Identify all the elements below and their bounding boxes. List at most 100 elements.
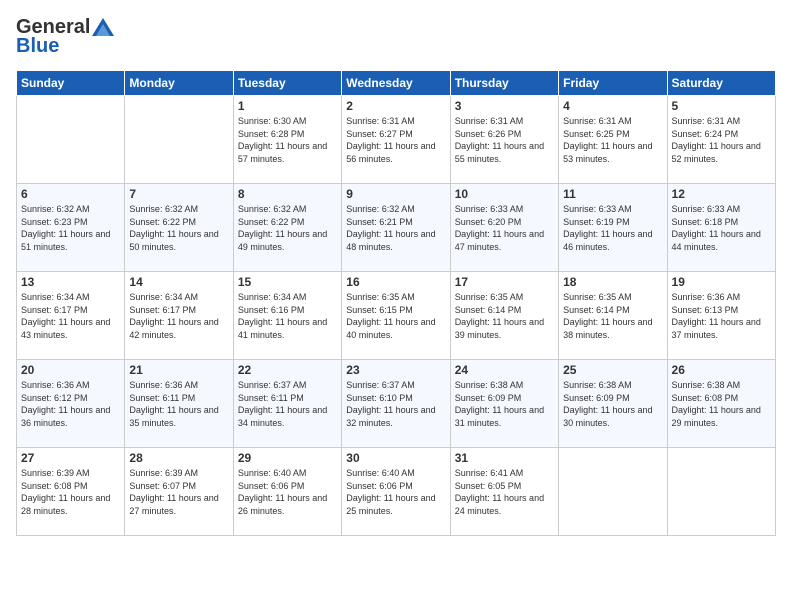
day-number: 20 xyxy=(21,363,120,377)
calendar-cell: 18Sunrise: 6:35 AMSunset: 6:14 PMDayligh… xyxy=(559,272,667,360)
calendar-cell: 5 Sunrise: 6:31 AMSunset: 6:24 PMDaylight… xyxy=(667,96,775,184)
day-info: Sunrise: 6:32 AMSunset: 6:23 PMDaylight:… xyxy=(21,203,120,253)
day-info: Sunrise: 6:35 AMSunset: 6:14 PMDaylight:… xyxy=(563,291,662,341)
header-cell-thursday: Thursday xyxy=(450,71,558,96)
day-info: Sunrise: 6:41 AMSunset: 6:05 PMDaylight:… xyxy=(455,467,554,517)
calendar-header: SundayMondayTuesdayWednesdayThursdayFrid… xyxy=(17,71,776,96)
day-info: Sunrise: 6:31 AMSunset: 6:27 PMDaylight:… xyxy=(346,115,445,165)
day-info: Sunrise: 6:39 AMSunset: 6:08 PMDaylight:… xyxy=(21,467,120,517)
day-number: 8 xyxy=(238,187,337,201)
day-number: 13 xyxy=(21,275,120,289)
calendar-cell: 13 Sunrise: 6:34 AMSunset: 6:17 PMDayligh… xyxy=(17,272,125,360)
day-number: 5 xyxy=(672,99,771,113)
day-info: Sunrise: 6:32 AMSunset: 6:22 PMDaylight:… xyxy=(238,203,337,253)
calendar-cell: 24Sunrise: 6:38 AMSunset: 6:09 PMDayligh… xyxy=(450,360,558,448)
calendar-cell: 23Sunrise: 6:37 AMSunset: 6:10 PMDayligh… xyxy=(342,360,450,448)
day-info: Sunrise: 6:33 AMSunset: 6:20 PMDaylight:… xyxy=(455,203,554,253)
day-info: Sunrise: 6:34 AMSunset: 6:17 PMDaylight:… xyxy=(21,291,120,341)
calendar-cell xyxy=(667,448,775,536)
calendar-cell: 14 Sunrise: 6:34 AMSunset: 6:17 PMDayligh… xyxy=(125,272,233,360)
day-info: Sunrise: 6:35 AMSunset: 6:15 PMDaylight:… xyxy=(346,291,445,341)
header-cell-sunday: Sunday xyxy=(17,71,125,96)
header-cell-monday: Monday xyxy=(125,71,233,96)
day-info: Sunrise: 6:39 AMSunset: 6:07 PMDaylight:… xyxy=(129,467,228,517)
calendar-cell: 6 Sunrise: 6:32 AMSunset: 6:23 PMDaylight… xyxy=(17,184,125,272)
logo-icon xyxy=(92,18,114,36)
calendar-cell xyxy=(17,96,125,184)
day-number: 11 xyxy=(563,187,662,201)
day-number: 29 xyxy=(238,451,337,465)
day-number: 19 xyxy=(672,275,771,289)
day-number: 4 xyxy=(563,99,662,113)
calendar-cell: 17Sunrise: 6:35 AMSunset: 6:14 PMDayligh… xyxy=(450,272,558,360)
day-number: 28 xyxy=(129,451,228,465)
day-number: 3 xyxy=(455,99,554,113)
day-info: Sunrise: 6:40 AMSunset: 6:06 PMDaylight:… xyxy=(346,467,445,517)
calendar-cell: 19 Sunrise: 6:36 AMSunset: 6:13 PMDayligh… xyxy=(667,272,775,360)
day-info: Sunrise: 6:34 AMSunset: 6:17 PMDaylight:… xyxy=(129,291,228,341)
calendar-cell: 25 Sunrise: 6:38 AMSunset: 6:09 PMDayligh… xyxy=(559,360,667,448)
calendar-cell: 27 Sunrise: 6:39 AMSunset: 6:08 PMDayligh… xyxy=(17,448,125,536)
header-cell-tuesday: Tuesday xyxy=(233,71,341,96)
calendar-cell: 15 Sunrise: 6:34 AMSunset: 6:16 PMDayligh… xyxy=(233,272,341,360)
header-cell-saturday: Saturday xyxy=(667,71,775,96)
day-number: 9 xyxy=(346,187,445,201)
calendar-cell: 10Sunrise: 6:33 AMSunset: 6:20 PMDayligh… xyxy=(450,184,558,272)
calendar-week-4: 27 Sunrise: 6:39 AMSunset: 6:08 PMDayligh… xyxy=(17,448,776,536)
day-number: 27 xyxy=(21,451,120,465)
header-cell-wednesday: Wednesday xyxy=(342,71,450,96)
calendar-cell: 3Sunrise: 6:31 AMSunset: 6:26 PMDaylight… xyxy=(450,96,558,184)
day-info: Sunrise: 6:33 AMSunset: 6:18 PMDaylight:… xyxy=(672,203,771,253)
day-info: Sunrise: 6:36 AMSunset: 6:13 PMDaylight:… xyxy=(672,291,771,341)
day-info: Sunrise: 6:36 AMSunset: 6:11 PMDaylight:… xyxy=(129,379,228,429)
day-number: 12 xyxy=(672,187,771,201)
calendar-cell: 12 Sunrise: 6:33 AMSunset: 6:18 PMDayligh… xyxy=(667,184,775,272)
day-number: 21 xyxy=(129,363,228,377)
day-number: 15 xyxy=(238,275,337,289)
day-info: Sunrise: 6:40 AMSunset: 6:06 PMDaylight:… xyxy=(238,467,337,517)
calendar-cell: 20 Sunrise: 6:36 AMSunset: 6:12 PMDayligh… xyxy=(17,360,125,448)
calendar-cell: 28 Sunrise: 6:39 AMSunset: 6:07 PMDayligh… xyxy=(125,448,233,536)
calendar-cell: 22 Sunrise: 6:37 AMSunset: 6:11 PMDayligh… xyxy=(233,360,341,448)
day-number: 25 xyxy=(563,363,662,377)
calendar-week-1: 6 Sunrise: 6:32 AMSunset: 6:23 PMDaylight… xyxy=(17,184,776,272)
day-info: Sunrise: 6:38 AMSunset: 6:09 PMDaylight:… xyxy=(455,379,554,429)
day-info: Sunrise: 6:38 AMSunset: 6:09 PMDaylight:… xyxy=(563,379,662,429)
calendar-cell: 30 Sunrise: 6:40 AMSunset: 6:06 PMDayligh… xyxy=(342,448,450,536)
day-number: 22 xyxy=(238,363,337,377)
calendar-cell: 7Sunrise: 6:32 AMSunset: 6:22 PMDaylight… xyxy=(125,184,233,272)
day-number: 16 xyxy=(346,275,445,289)
calendar-cell: 8 Sunrise: 6:32 AMSunset: 6:22 PMDaylight… xyxy=(233,184,341,272)
calendar-cell: 9 Sunrise: 6:32 AMSunset: 6:21 PMDaylight… xyxy=(342,184,450,272)
calendar-body: 1Sunrise: 6:30 AMSunset: 6:28 PMDaylight… xyxy=(17,96,776,536)
day-number: 6 xyxy=(21,187,120,201)
calendar-week-3: 20 Sunrise: 6:36 AMSunset: 6:12 PMDayligh… xyxy=(17,360,776,448)
calendar-cell: 31 Sunrise: 6:41 AMSunset: 6:05 PMDayligh… xyxy=(450,448,558,536)
calendar-table: SundayMondayTuesdayWednesdayThursdayFrid… xyxy=(16,70,776,536)
calendar-cell: 1Sunrise: 6:30 AMSunset: 6:28 PMDaylight… xyxy=(233,96,341,184)
day-info: Sunrise: 6:37 AMSunset: 6:11 PMDaylight:… xyxy=(238,379,337,429)
calendar-cell: 29 Sunrise: 6:40 AMSunset: 6:06 PMDayligh… xyxy=(233,448,341,536)
page-header: General Blue xyxy=(16,16,776,58)
day-info: Sunrise: 6:35 AMSunset: 6:14 PMDaylight:… xyxy=(455,291,554,341)
calendar-week-0: 1Sunrise: 6:30 AMSunset: 6:28 PMDaylight… xyxy=(17,96,776,184)
day-number: 14 xyxy=(129,275,228,289)
header-row: SundayMondayTuesdayWednesdayThursdayFrid… xyxy=(17,71,776,96)
day-info: Sunrise: 6:33 AMSunset: 6:19 PMDaylight:… xyxy=(563,203,662,253)
day-info: Sunrise: 6:31 AMSunset: 6:25 PMDaylight:… xyxy=(563,115,662,165)
day-number: 7 xyxy=(129,187,228,201)
day-info: Sunrise: 6:38 AMSunset: 6:08 PMDaylight:… xyxy=(672,379,771,429)
day-info: Sunrise: 6:31 AMSunset: 6:24 PMDaylight:… xyxy=(672,115,771,165)
day-number: 31 xyxy=(455,451,554,465)
day-number: 30 xyxy=(346,451,445,465)
day-number: 2 xyxy=(346,99,445,113)
day-number: 26 xyxy=(672,363,771,377)
day-info: Sunrise: 6:32 AMSunset: 6:21 PMDaylight:… xyxy=(346,203,445,253)
calendar-cell: 4 Sunrise: 6:31 AMSunset: 6:25 PMDaylight… xyxy=(559,96,667,184)
logo: General Blue xyxy=(16,16,114,58)
day-info: Sunrise: 6:36 AMSunset: 6:12 PMDaylight:… xyxy=(21,379,120,429)
day-info: Sunrise: 6:37 AMSunset: 6:10 PMDaylight:… xyxy=(346,379,445,429)
day-info: Sunrise: 6:34 AMSunset: 6:16 PMDaylight:… xyxy=(238,291,337,341)
calendar-cell: 21 Sunrise: 6:36 AMSunset: 6:11 PMDayligh… xyxy=(125,360,233,448)
calendar-cell xyxy=(125,96,233,184)
